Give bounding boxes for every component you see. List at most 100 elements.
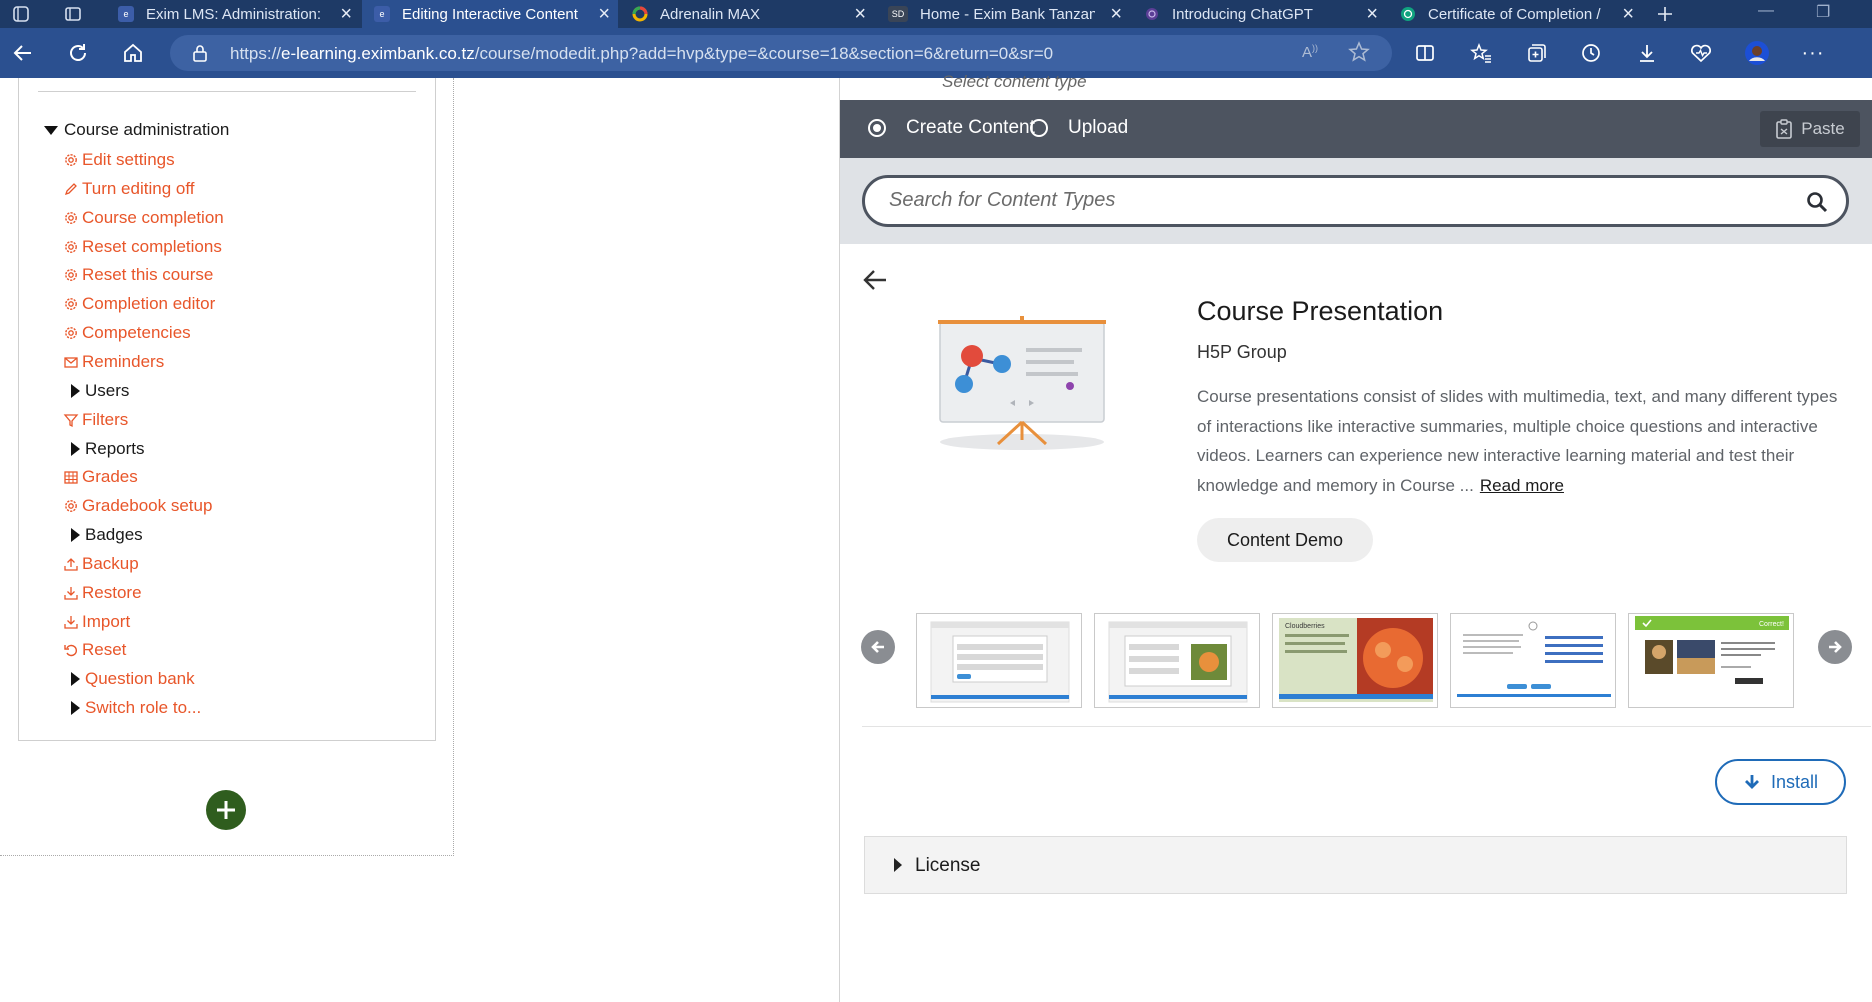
caret-right-icon [71, 528, 80, 543]
tab-create-content[interactable]: Create Content [906, 117, 1035, 139]
browser-tab-active[interactable]: e Editing Interactive Content × [362, 0, 618, 28]
admin-item-switch-role-to[interactable]: Switch role to... [66, 696, 201, 720]
browser-tab[interactable]: SD Home - Exim Bank Tanzania × [876, 0, 1130, 28]
add-block-button[interactable] [206, 790, 246, 830]
address-bar[interactable]: https://e-learning.eximbank.co.tz/course… [170, 35, 1392, 71]
sd-favicon-icon: SD [888, 6, 908, 22]
download-icon [62, 584, 80, 602]
workspaces-icon[interactable] [8, 1, 34, 27]
download-icon [62, 613, 80, 631]
read-more-link[interactable]: Read more [1480, 476, 1564, 495]
refresh-icon[interactable] [65, 40, 91, 66]
lock-icon[interactable] [192, 44, 208, 67]
carousel-next-button[interactable] [1818, 630, 1852, 664]
h5p-hub-panel: Select content type Create Content Uploa… [839, 72, 1872, 1002]
screenshot-thumbnail[interactable] [1094, 613, 1260, 708]
admin-item-edit-settings[interactable]: Edit settings [62, 148, 175, 172]
read-aloud-icon[interactable]: A)) [1302, 43, 1318, 61]
minimize-icon[interactable]: — [1758, 2, 1774, 20]
gear-icon [62, 209, 80, 227]
browser-tab[interactable]: Adrenalin MAX × [620, 0, 874, 28]
download-arrow-icon [1744, 775, 1759, 789]
admin-item-filters[interactable]: Filters [62, 408, 128, 432]
back-icon[interactable] [10, 40, 36, 66]
admin-item-grades[interactable]: Grades [62, 465, 138, 489]
gear-icon [62, 266, 80, 284]
adrenalin-favicon-icon [632, 6, 648, 22]
install-button[interactable]: Install [1715, 759, 1846, 805]
history-icon[interactable] [1578, 40, 1604, 66]
caret-down-icon [44, 125, 58, 135]
screenshot-thumbnail[interactable]: Correct! [1628, 613, 1794, 708]
admin-item-turn-editing-off[interactable]: Turn editing off [62, 177, 194, 201]
favorites-icon[interactable] [1468, 40, 1494, 66]
downloads-icon[interactable] [1634, 40, 1660, 66]
content-type-title: Course Presentation [1197, 296, 1444, 326]
content-type-description: Course presentations consist of slides w… [1197, 387, 1838, 495]
admin-item-competencies[interactable]: Competencies [62, 321, 191, 345]
paste-button[interactable]: Paste [1760, 111, 1860, 147]
content-type-search-input[interactable] [889, 189, 1789, 212]
gear-icon [62, 324, 80, 342]
caret-right-icon [894, 858, 902, 872]
browser-tab[interactable]: Certificate of Completion / × [1388, 0, 1642, 28]
openai-favicon-icon [1144, 6, 1160, 22]
carousel-prev-button[interactable] [861, 630, 895, 664]
admin-item-import[interactable]: Import [62, 610, 130, 634]
upload-icon [62, 555, 80, 573]
screenshot-thumbnail[interactable] [916, 613, 1082, 708]
search-box[interactable] [862, 175, 1849, 227]
admin-item-reports[interactable]: Reports [66, 437, 145, 461]
close-tab-icon[interactable]: × [598, 3, 610, 26]
tab-upload[interactable]: Upload [1068, 117, 1128, 139]
admin-item-gradebook-setup[interactable]: Gradebook setup [62, 494, 212, 518]
admin-item-backup[interactable]: Backup [62, 552, 139, 576]
admin-item-users[interactable]: Users [66, 379, 129, 403]
home-icon[interactable] [120, 40, 146, 66]
course-administration-heading[interactable]: Course administration [44, 118, 229, 142]
moodle-favicon-icon: e [374, 6, 390, 22]
close-tab-icon[interactable]: × [340, 3, 352, 26]
hub-header[interactable]: Select content type [840, 72, 1872, 100]
plus-icon [217, 801, 235, 819]
split-screen-icon[interactable] [1412, 40, 1438, 66]
browser-tab-bar: e Exim LMS: Administration: × e Editing … [0, 0, 1872, 28]
restore-icon[interactable]: ❐ [1816, 2, 1830, 22]
tab-actions-icon[interactable] [60, 1, 86, 27]
close-tab-icon[interactable]: × [854, 3, 866, 26]
favorite-star-icon[interactable] [1348, 41, 1370, 68]
table-icon [62, 468, 80, 486]
screenshot-thumbnail[interactable]: Cloudberries [1272, 613, 1438, 708]
profile-avatar[interactable] [1744, 40, 1770, 66]
gear-icon [62, 295, 80, 313]
browser-tab[interactable]: Introducing ChatGPT × [1132, 0, 1386, 28]
close-tab-icon[interactable]: × [1110, 3, 1122, 26]
browser-tab[interactable]: e Exim LMS: Administration: × [106, 0, 360, 28]
admin-item-reset-completions[interactable]: Reset completions [62, 235, 222, 259]
thumbnail-correct-label: Correct! [1759, 621, 1784, 628]
admin-item-question-bank[interactable]: Question bank [66, 667, 195, 691]
browser-toolbar: https://e-learning.eximbank.co.tz/course… [0, 28, 1872, 78]
admin-item-completion-editor[interactable]: Completion editor [62, 292, 215, 316]
admin-item-reset-this-course[interactable]: Reset this course [62, 263, 213, 287]
content-demo-button[interactable]: Content Demo [1197, 518, 1373, 562]
screenshot-thumbnail[interactable] [1450, 613, 1616, 708]
browser-essentials-icon[interactable] [1688, 40, 1714, 66]
search-icon[interactable] [1806, 191, 1828, 218]
collections-icon[interactable] [1524, 40, 1550, 66]
license-accordion[interactable]: License [864, 836, 1847, 894]
close-tab-icon[interactable]: × [1622, 3, 1634, 26]
back-arrow-icon[interactable] [862, 268, 888, 297]
admin-item-course-completion[interactable]: Course completion [62, 206, 224, 230]
radio-upload[interactable] [1030, 119, 1048, 137]
content-type-owner: H5P Group [1197, 342, 1287, 362]
chatgpt-favicon-icon [1400, 6, 1416, 22]
close-tab-icon[interactable]: × [1366, 3, 1378, 26]
settings-more-icon[interactable]: ··· [1800, 40, 1826, 66]
admin-item-reset[interactable]: Reset [62, 638, 126, 662]
admin-item-reminders[interactable]: Reminders [62, 350, 164, 374]
radio-create-content[interactable] [868, 119, 886, 137]
admin-item-restore[interactable]: Restore [62, 581, 142, 605]
new-tab-icon[interactable] [1652, 1, 1678, 27]
admin-item-badges[interactable]: Badges [66, 523, 143, 547]
